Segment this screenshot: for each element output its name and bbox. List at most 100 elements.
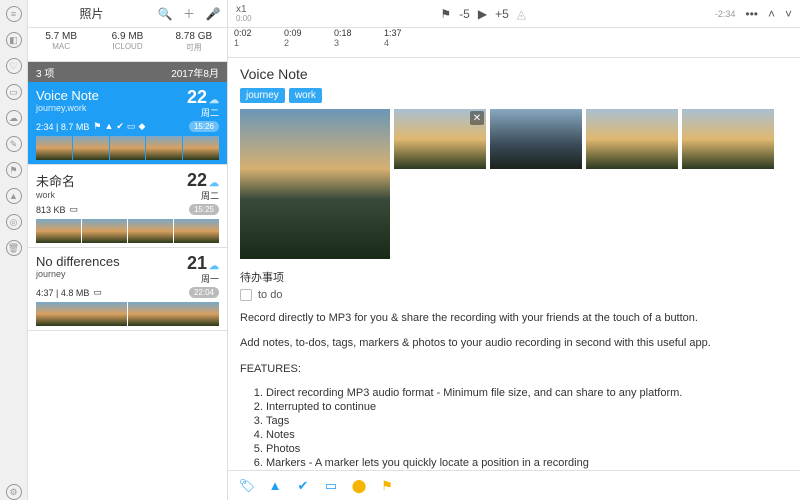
search-icon[interactable]: 🔍 <box>157 6 173 22</box>
close-icon[interactable]: ✕ <box>470 111 484 125</box>
feature-item: Direct recording MP3 audio format - Mini… <box>266 387 788 399</box>
feature-item: Notes <box>266 429 788 441</box>
photo-thumb[interactable] <box>490 109 582 169</box>
entry-tags: work <box>36 190 75 200</box>
entry-thumb <box>82 219 127 243</box>
rail-monitor-icon[interactable]: ▭ <box>6 84 22 100</box>
storage-row: 5.7 MB MAC 6.9 MB ICLOUD 8.78 GB 可用 <box>28 28 227 62</box>
more-icon[interactable]: ••• <box>745 7 758 21</box>
tag-icon[interactable]: 🏷 <box>238 477 256 495</box>
rail-camera-icon[interactable]: ◧ <box>6 32 22 48</box>
entry-day: 22☁ <box>187 171 219 189</box>
entry-item[interactable]: 未命名 work 22☁ 周二 813 KB ▭ 15:25 <box>28 165 227 248</box>
right-toolbar: x1 0:00 ⚑ -5 ▶ +5 ◬ -2:34 ••• ˄ ˅ <box>228 0 800 28</box>
collapse-up-icon[interactable]: ˄ <box>768 7 775 21</box>
entry-name: Voice Note <box>36 88 99 103</box>
skip-back-button[interactable]: -5 <box>459 7 470 21</box>
entry-item[interactable]: No differences journey 21☁ 周一 4:37 | 4.8… <box>28 248 227 331</box>
feature-list: Direct recording MP3 audio format - Mini… <box>266 387 788 470</box>
left-panel: 照片 🔍 ＋ 🎤 5.7 MB MAC 6.9 MB ICLOUD 8.78 G… <box>28 0 228 500</box>
entry-thumbs <box>36 219 219 243</box>
play-button[interactable]: ▶ <box>478 7 487 21</box>
entry-thumb <box>146 136 182 160</box>
entry-tags: journey <box>36 269 120 279</box>
entry-thumbs <box>36 302 219 326</box>
rail-trash-icon[interactable]: 🗑 <box>6 240 22 256</box>
photo-thumb[interactable]: ✕ <box>394 109 486 169</box>
marker-icon[interactable]: ⬤ <box>350 477 368 495</box>
entry-item[interactable]: Voice Note journey,work 22☁ 周二 2:34 | 8.… <box>28 82 227 165</box>
entry-name: 未命名 <box>36 171 75 190</box>
storage-free: 8.78 GB 可用 <box>161 28 227 61</box>
note-icon: ▭ <box>70 204 79 215</box>
todo-label: to do <box>258 289 282 301</box>
cloud-icon: ☁ <box>209 261 219 272</box>
entry-day: 22☁ <box>187 88 219 106</box>
section-count: 3 项 <box>36 65 54 80</box>
photo-thumb[interactable] <box>586 109 678 169</box>
rail-pencil-icon[interactable]: ✎ <box>6 136 22 152</box>
add-icon[interactable]: ＋ <box>181 6 197 22</box>
section-header: 3 项 2017年8月 <box>28 62 227 82</box>
rail-circle-icon[interactable]: ◎ <box>6 214 22 230</box>
airplay-icon[interactable]: ◬ <box>517 7 526 21</box>
storage-icloud: 6.9 MB ICLOUD <box>94 28 160 61</box>
photo-thumb[interactable] <box>682 109 774 169</box>
cloud-icon: ☁ <box>209 178 219 189</box>
todo-header: 待办事项 <box>240 269 788 285</box>
entry-name: No differences <box>36 254 120 269</box>
entry-thumb <box>36 219 81 243</box>
entry-list: Voice Note journey,work 22☁ 周二 2:34 | 8.… <box>28 82 227 331</box>
entry-thumb <box>73 136 109 160</box>
entry-thumb <box>110 136 146 160</box>
entry-tags: journey,work <box>36 103 99 113</box>
section-month: 2017年8月 <box>171 65 219 80</box>
tag-chip[interactable]: work <box>289 88 322 103</box>
cloud-icon: ☁ <box>209 95 219 106</box>
timeline-marker[interactable]: 0:092 <box>284 28 334 57</box>
left-title: 照片 <box>34 5 149 22</box>
storage-mac: 5.7 MB MAC <box>28 28 94 61</box>
photo-gallery: ✕ <box>240 109 788 259</box>
mic-icon[interactable]: 🎤 <box>205 6 221 22</box>
entry-thumb <box>128 219 173 243</box>
rail-heart-icon[interactable]: ♡ <box>6 58 22 74</box>
entry-time: 22:04 <box>189 287 219 298</box>
flag-icon[interactable]: ⚑ <box>440 7 451 21</box>
timeline-ruler[interactable]: 0:0210:0920:1831:374 <box>228 28 800 58</box>
entry-time: 15:26 <box>189 121 219 132</box>
content-area: Voice Note journeywork ✕ 待办事项 to do Reco… <box>228 58 800 470</box>
photo-icon[interactable]: ▲ <box>266 477 284 495</box>
rail-image-icon[interactable]: ▲ <box>6 188 22 204</box>
collapse-down-icon[interactable]: ˅ <box>785 7 792 21</box>
note-icon: ▭ <box>93 287 102 298</box>
tag-chip[interactable]: journey <box>240 88 285 103</box>
rail-cloud-icon[interactable]: ☁ <box>6 110 22 126</box>
note-icon[interactable]: ▭ <box>322 477 340 495</box>
marker-icon: ◆ <box>138 121 145 132</box>
entry-thumb <box>36 302 127 326</box>
check-icon[interactable]: ✔ <box>294 477 312 495</box>
feature-item: Photos <box>266 443 788 455</box>
skip-forward-button[interactable]: +5 <box>495 7 509 21</box>
icon-rail: ≡ ◧ ♡ ▭ ☁ ✎ ⚑ ▲ ◎ 🗑 ⚙ <box>0 0 28 500</box>
entry-meta: 4:37 | 4.8 MB <box>36 288 89 298</box>
flag-icon: ⚑ <box>93 121 101 132</box>
left-toolbar: 照片 🔍 ＋ 🎤 <box>28 0 227 28</box>
rail-settings-icon[interactable]: ⚙ <box>6 484 22 500</box>
entry-meta: 2:34 | 8.7 MB <box>36 122 89 132</box>
timeline-marker[interactable]: 1:374 <box>384 28 434 57</box>
timeline-marker[interactable]: 0:183 <box>334 28 384 57</box>
entry-thumb <box>174 219 219 243</box>
photo-large[interactable] <box>240 109 390 259</box>
rail-flag-icon[interactable]: ⚑ <box>6 162 22 178</box>
time-remaining: -2:34 <box>715 9 736 19</box>
entry-thumb <box>183 136 219 160</box>
flag-marker-icon[interactable]: ⚑ <box>378 477 396 495</box>
timeline-marker[interactable]: 0:021 <box>234 28 284 57</box>
todo-checkbox[interactable] <box>240 289 252 301</box>
rail-list-icon[interactable]: ≡ <box>6 6 22 22</box>
playback-speed[interactable]: x1 0:00 <box>236 5 252 23</box>
photo-icon: ▲ <box>104 121 113 132</box>
entry-meta: 813 KB <box>36 205 66 215</box>
